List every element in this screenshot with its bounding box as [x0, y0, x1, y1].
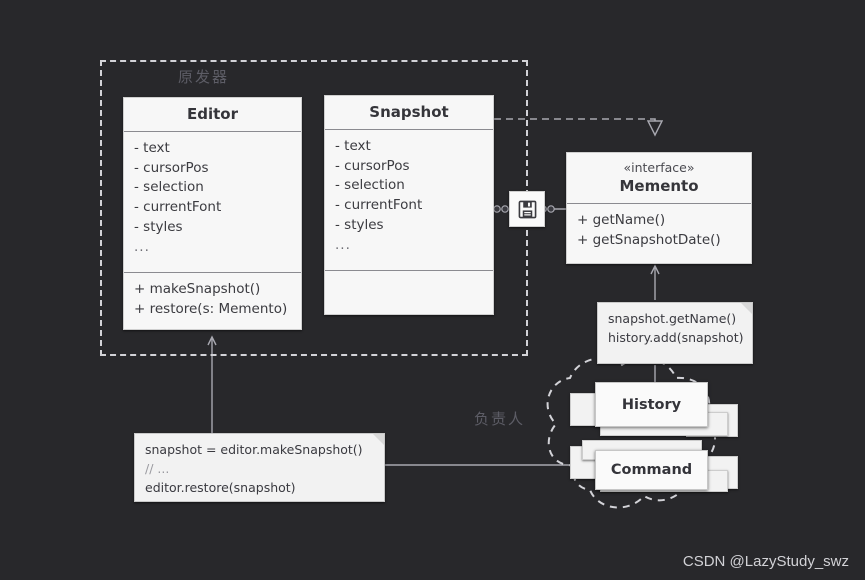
stack-history[interactable]: History: [570, 382, 738, 438]
stack-command[interactable]: Command: [570, 440, 738, 496]
class-box-snapshot[interactable]: Snapshot - text - cursorPos - selection …: [324, 95, 494, 315]
stack-label: History: [621, 396, 682, 413]
attribute-ellipsis: ...: [335, 236, 351, 253]
stack-front-command[interactable]: Command: [595, 450, 708, 490]
attribute-row: - text: [134, 140, 170, 156]
attribute-row: - styles: [134, 218, 183, 235]
class-title-snapshot: Snapshot: [325, 96, 493, 130]
attribute-row: - text: [335, 138, 371, 154]
note-line: snapshot.getName(): [608, 311, 737, 326]
note-line: editor.restore(snapshot): [145, 479, 296, 495]
class-title-editor: Editor: [124, 98, 301, 132]
class-box-memento[interactable]: «interface» Memento + getName() + getSna…: [566, 152, 752, 264]
method-row: + getName(): [577, 211, 666, 228]
attribute-row: - currentFont: [335, 197, 423, 214]
class-methods-editor: + makeSnapshot() + restore(s: Memento): [124, 273, 301, 327]
note-editor-usage[interactable]: snapshot = editor.makeSnapshot() // ... …: [134, 433, 385, 502]
stack-front-history[interactable]: History: [595, 382, 708, 427]
attribute-ellipsis: ...: [134, 238, 150, 255]
attribute-row: - selection: [335, 177, 405, 194]
note-line: snapshot = editor.makeSnapshot(): [145, 442, 363, 457]
note-comment-line: // ...: [145, 460, 170, 476]
class-stereotype-memento: «interface»: [623, 160, 695, 175]
save-floppy-icon: [518, 200, 536, 218]
attribute-row: - cursorPos: [134, 159, 209, 176]
attribute-row: - cursorPos: [335, 157, 410, 174]
watermark-text: CSDN @LazyStudy_swz: [682, 553, 849, 570]
class-name-memento: Memento: [619, 176, 699, 195]
class-box-editor[interactable]: Editor - text - cursorPos - selection - …: [123, 97, 302, 330]
class-attributes-snapshot: - text - cursorPos - selection - current…: [325, 130, 493, 271]
note-fold-corner-icon: [373, 434, 384, 445]
diagram-canvas: Memento (dashed, hollow triangle) --> 原发…: [0, 0, 865, 580]
note-snapshot-usage[interactable]: snapshot.getName() history.add(snapshot): [597, 302, 753, 364]
class-methods-snapshot: [325, 271, 493, 286]
originator-region-label: 原发器: [178, 68, 230, 86]
attribute-row: - styles: [335, 216, 384, 233]
method-row: + makeSnapshot(): [134, 281, 261, 297]
caretaker-region-label: 负责人: [474, 410, 526, 428]
class-attributes-editor: - text - cursorPos - selection - current…: [124, 132, 301, 273]
note-line: history.add(snapshot): [608, 329, 744, 345]
stack-label: Command: [610, 462, 693, 478]
class-title-memento: «interface» Memento: [567, 153, 751, 204]
save-icon-chip[interactable]: [509, 191, 545, 227]
method-row: + restore(s: Memento): [134, 300, 288, 317]
note-fold-corner-icon: [741, 303, 752, 314]
association-endpoint-right-outer: [547, 205, 555, 213]
attribute-row: - selection: [134, 179, 204, 196]
method-row: + getSnapshotDate(): [577, 231, 721, 248]
class-methods-memento: + getName() + getSnapshotDate(): [567, 204, 751, 258]
attribute-row: - currentFont: [134, 199, 222, 216]
